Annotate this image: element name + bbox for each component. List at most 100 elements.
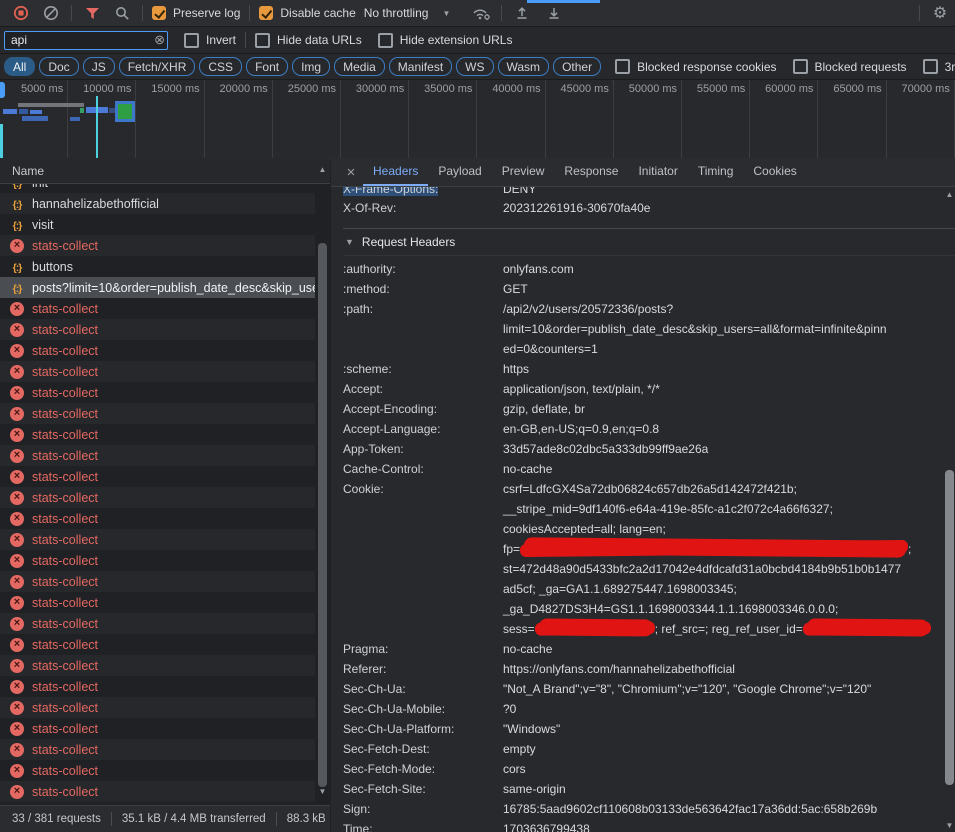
scrollbar-thumb[interactable]	[318, 243, 327, 787]
preserve-log-checkbox[interactable]: Preserve log	[152, 6, 240, 20]
request-row[interactable]: stats-collect	[0, 550, 315, 571]
request-row[interactable]: stats-collect	[0, 676, 315, 697]
type-filter-pill[interactable]: Manifest	[389, 57, 452, 76]
request-row[interactable]: stats-collect	[0, 592, 315, 613]
detail-tab[interactable]: Response	[554, 158, 628, 186]
detail-tab[interactable]: Preview	[492, 158, 555, 186]
detail-tab[interactable]: Initiator	[628, 158, 687, 186]
timeline-tick-label: 25000 ms	[273, 80, 341, 158]
clear-button[interactable]	[40, 2, 62, 24]
filter-checkbox[interactable]: 3rd-party requests	[923, 59, 955, 74]
request-row[interactable]: stats-collect	[0, 697, 315, 718]
detail-tab[interactable]: Timing	[688, 158, 744, 186]
request-name: stats-collect	[32, 239, 98, 253]
request-row[interactable]: stats-collect	[0, 361, 315, 382]
request-row[interactable]: stats-collect	[0, 508, 315, 529]
request-list-scrollbar[interactable]: ▲ ▼	[316, 159, 329, 804]
hide-data-urls-checkbox[interactable]: Hide data URLs	[255, 33, 362, 48]
record-button[interactable]	[10, 2, 32, 24]
detail-tab[interactable]: Payload	[428, 158, 491, 186]
detail-tab[interactable]: Cookies	[743, 158, 806, 186]
request-row[interactable]: stats-collect	[0, 613, 315, 634]
type-filter-pill[interactable]: Doc	[39, 57, 78, 76]
request-row[interactable]: hannahelizabethofficial	[0, 193, 315, 214]
type-filter-pill[interactable]: CSS	[199, 57, 242, 76]
request-row[interactable]: stats-collect	[0, 466, 315, 487]
request-row[interactable]: init	[0, 184, 315, 193]
scroll-down-icon[interactable]: ▼	[944, 821, 955, 830]
request-type-icon	[10, 344, 24, 358]
network-overview-timeline[interactable]: 5000 ms 10000 ms 15000 ms 20000 ms 25000…	[0, 80, 955, 159]
request-name: stats-collect	[32, 407, 98, 421]
request-type-icon	[10, 785, 24, 799]
request-row[interactable]: stats-collect	[0, 487, 315, 508]
overview-range-handle[interactable]	[0, 82, 5, 98]
header-row: :authority:onlyfans.com	[343, 259, 955, 279]
filter-checkbox[interactable]: Blocked requests	[793, 59, 907, 74]
type-filter-pill[interactable]: Other	[553, 57, 601, 76]
waterfall-bar	[22, 116, 48, 121]
scroll-up-icon[interactable]: ▲	[944, 190, 955, 199]
header-name: Sign:	[343, 799, 503, 819]
header-value: https://onlyfans.com/hannahelizabethoffi…	[503, 659, 955, 679]
name-column-header[interactable]: Name	[0, 158, 330, 184]
close-detail-button[interactable]: ×	[339, 160, 363, 184]
clear-filter-icon[interactable]: ⊗	[154, 33, 165, 47]
filter-input[interactable]	[4, 31, 168, 50]
section-header[interactable]: ▼Request Headers	[343, 228, 955, 256]
export-har-button[interactable]	[543, 2, 565, 24]
network-conditions-button[interactable]	[470, 2, 492, 24]
scrollbar-thumb[interactable]	[945, 470, 954, 785]
request-name: stats-collect	[32, 785, 98, 799]
throttling-dropdown[interactable]: No throttling ▼	[364, 6, 451, 20]
request-row[interactable]: stats-collect	[0, 235, 315, 256]
invert-checkbox[interactable]: Invert	[184, 33, 236, 48]
type-pill-list: All Doc JS Fetch/XHR CSS Font Img Media …	[4, 57, 601, 76]
request-row[interactable]: stats-collect	[0, 571, 315, 592]
scroll-up-icon[interactable]: ▲	[316, 165, 329, 174]
request-row[interactable]: stats-collect	[0, 340, 315, 361]
request-name: stats-collect	[32, 638, 98, 652]
request-row[interactable]: stats-collect	[0, 781, 315, 802]
headers-scrollbar[interactable]: ▲ ▼	[944, 188, 955, 832]
type-filter-pill[interactable]: Media	[334, 57, 385, 76]
request-row[interactable]: stats-collect	[0, 424, 315, 445]
redaction-scribble	[803, 621, 931, 635]
hide-extension-urls-checkbox[interactable]: Hide extension URLs	[378, 33, 513, 48]
disable-cache-label: Disable cache	[280, 6, 355, 20]
request-row[interactable]: stats-collect	[0, 760, 315, 781]
request-row[interactable]: stats-collect	[0, 382, 315, 403]
type-filter-pill[interactable]: JS	[83, 57, 115, 76]
type-filter-pill[interactable]: Fetch/XHR	[119, 57, 196, 76]
type-filter-pill[interactable]: All	[4, 57, 35, 76]
request-row[interactable]: stats-collect	[0, 319, 315, 340]
header-value: 33d57ade8c02dbc5a333db99ff9ae26a	[503, 439, 955, 459]
request-type-icon	[10, 470, 24, 484]
request-row[interactable]: stats-collect	[0, 445, 315, 466]
filter-toggle-button[interactable]	[81, 2, 103, 24]
settings-button[interactable]: ⚙	[929, 2, 951, 24]
type-filter-pill[interactable]: WS	[456, 57, 493, 76]
request-row[interactable]: stats-collect	[0, 718, 315, 739]
request-name: stats-collect	[32, 470, 98, 484]
import-har-button[interactable]	[511, 2, 533, 24]
search-button[interactable]	[111, 2, 133, 24]
request-row[interactable]: stats-collect	[0, 739, 315, 760]
request-row[interactable]: stats-collect	[0, 529, 315, 550]
scroll-down-icon[interactable]: ▼	[316, 787, 329, 796]
header-name: Referer:	[343, 659, 503, 679]
filter-checkbox[interactable]: Blocked response cookies	[615, 59, 776, 74]
type-filter-pill[interactable]: Font	[246, 57, 288, 76]
detail-tab[interactable]: Headers	[363, 158, 428, 186]
type-filter-pill[interactable]: Img	[292, 57, 330, 76]
request-type-icon	[10, 197, 24, 211]
request-row[interactable]: stats-collect	[0, 403, 315, 424]
type-filter-pill[interactable]: Wasm	[498, 57, 550, 76]
request-row[interactable]: stats-collect	[0, 298, 315, 319]
request-row[interactable]: stats-collect	[0, 634, 315, 655]
request-row[interactable]: visit	[0, 214, 315, 235]
request-row[interactable]: stats-collect	[0, 655, 315, 676]
disable-cache-checkbox[interactable]: Disable cache	[259, 6, 355, 20]
request-row[interactable]: buttons	[0, 256, 315, 277]
request-row[interactable]: posts?limit=10&order=publish_date_desc&s…	[0, 277, 315, 298]
